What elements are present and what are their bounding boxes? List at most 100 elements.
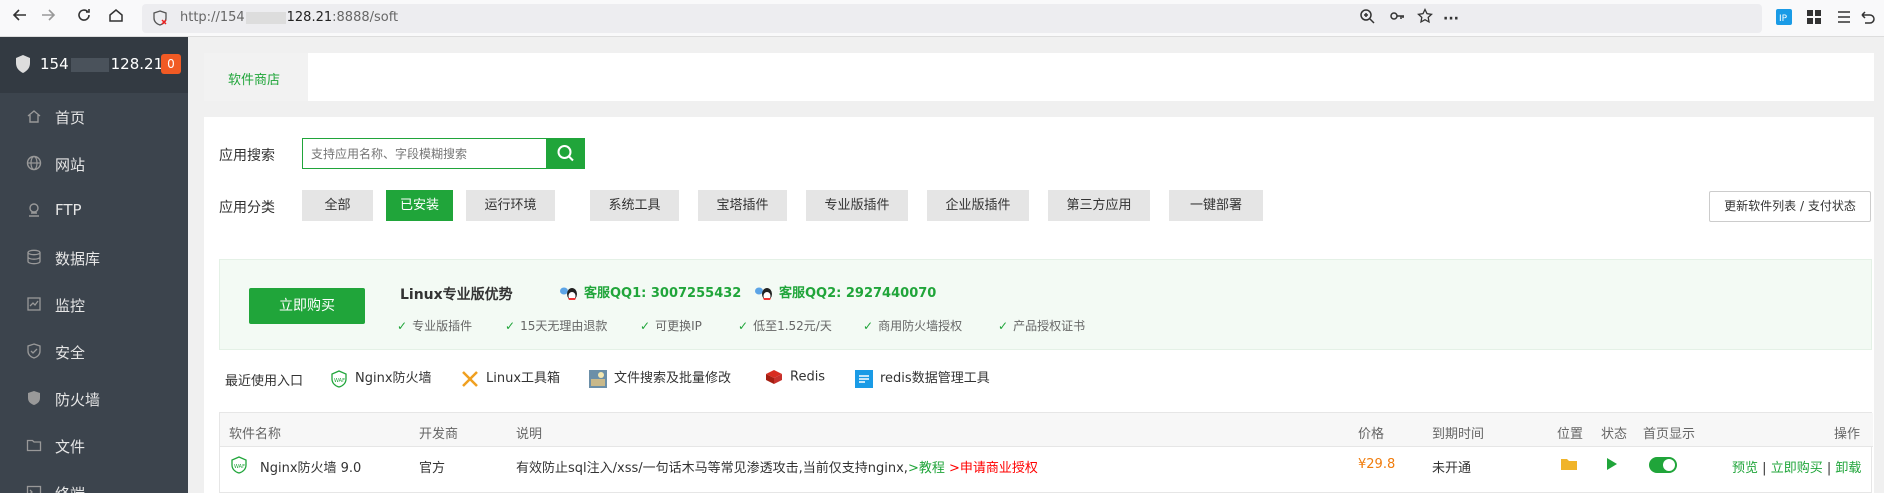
undo-icon[interactable]: [1858, 8, 1878, 28]
folder-icon: [26, 437, 44, 455]
forward-icon[interactable]: [36, 6, 60, 30]
search-button[interactable]: [546, 138, 585, 169]
sidebar-header: 154 128.21 0: [0, 37, 188, 93]
recent-redis[interactable]: Redis: [764, 367, 825, 389]
recent-linux-toolbox[interactable]: Linux工具箱: [460, 367, 560, 389]
bookmark-star-icon[interactable]: [1414, 7, 1436, 30]
search-field[interactable]: [302, 138, 546, 169]
extension-icon[interactable]: IP: [1775, 8, 1795, 28]
feature-item: ✓ 可更换IP: [640, 319, 702, 333]
page-scrollbar[interactable]: [1874, 37, 1884, 493]
feature-item: ✓ 专业版插件: [397, 319, 473, 333]
check-icon: ✓: [863, 319, 874, 333]
home-icon: [26, 108, 44, 126]
promo-title: Linux专业版优势: [400, 287, 513, 303]
notification-badge[interactable]: 0: [161, 54, 181, 74]
play-icon[interactable]: [1606, 457, 1618, 475]
refresh-list-button[interactable]: 更新软件列表 / 支付状态: [1709, 191, 1871, 222]
server-shield-icon: [14, 54, 32, 74]
search-input[interactable]: [303, 139, 546, 168]
sidebar-item-firewall[interactable]: 防火墙: [0, 375, 188, 422]
category-third-party[interactable]: 第三方应用: [1048, 190, 1150, 221]
key-icon[interactable]: [1386, 8, 1408, 30]
buy-now-button[interactable]: 立即购买: [249, 288, 365, 324]
check-icon: ✓: [397, 319, 408, 333]
row-actions: 预览 | 立即购买 | 卸载: [1732, 461, 1862, 476]
sidebar-item-security[interactable]: 安全: [0, 328, 188, 375]
category-runtime[interactable]: 运行环境: [466, 190, 555, 221]
redis-manager-icon: [854, 369, 874, 389]
more-icon[interactable]: ···: [1440, 8, 1462, 30]
software-name[interactable]: Nginx防火墙 9.0: [260, 457, 361, 476]
expiry-date: 未开通: [1432, 461, 1472, 476]
description: 有效防止sql注入/xss/一句话木马等常见渗透攻击,当前仅支持nginx,>教…: [516, 461, 1038, 476]
tracking-shield-icon[interactable]: [152, 10, 168, 26]
check-icon: ✓: [640, 319, 651, 333]
reload-icon[interactable]: [72, 6, 96, 30]
waf-icon: WAF: [329, 369, 349, 389]
sidebar-item-files[interactable]: 文件: [0, 422, 188, 469]
monitor-icon: [26, 296, 44, 314]
menu-icon[interactable]: [1835, 8, 1855, 28]
folder-icon[interactable]: [1560, 456, 1578, 476]
recent-file-search[interactable]: 文件搜索及批量修改: [588, 367, 731, 389]
category-bt-plugins[interactable]: 宝塔插件: [698, 190, 787, 221]
waf-icon: WAF: [229, 455, 249, 479]
database-icon: [26, 249, 44, 267]
ftp-icon: [26, 202, 44, 220]
tab-software-store[interactable]: 软件商店: [204, 53, 308, 101]
software-store-panel: 应用搜索 应用分类 全部 已安装 运行环境 系统工具 宝塔插件 专业版插件 企业…: [204, 117, 1884, 493]
tutorial-link[interactable]: >教程: [908, 461, 945, 476]
home-icon[interactable]: [104, 6, 128, 30]
feature-item: ✓ 商用防火墙授权: [863, 319, 963, 333]
address-bar[interactable]: http://154 128.21:8888/soft ···: [142, 4, 1762, 33]
zoom-icon[interactable]: [1356, 8, 1378, 30]
shield-icon: [26, 343, 44, 361]
sidebar-item-database[interactable]: 数据库: [0, 234, 188, 281]
qq2-contact[interactable]: 客服QQ2: 2927440070: [753, 282, 936, 303]
check-icon: ✓: [505, 319, 516, 333]
sidebar-item-ftp[interactable]: FTP: [0, 187, 188, 234]
back-icon[interactable]: [8, 6, 32, 30]
category-pro-plugins[interactable]: 专业版插件: [806, 190, 908, 221]
category-system-tools[interactable]: 系统工具: [590, 190, 679, 221]
category-one-click-deploy[interactable]: 一键部署: [1169, 190, 1263, 221]
search-icon: [557, 145, 574, 162]
uninstall-link[interactable]: 卸载: [1835, 461, 1861, 476]
table-header: 软件名称 开发商 说明 价格 到期时间 位置 状态 首页显示 操作: [220, 413, 1873, 447]
sidebar-item-terminal[interactable]: 终端: [0, 469, 188, 493]
check-icon: ✓: [738, 319, 749, 333]
firewall-icon: [26, 390, 44, 408]
recent-redis-manager[interactable]: redis数据管理工具: [854, 367, 990, 389]
redis-icon: [764, 367, 784, 387]
price: ¥29.8: [1358, 457, 1396, 472]
developer: 官方: [419, 461, 446, 476]
server-ip: 154 128.21: [40, 55, 164, 73]
grid-icon[interactable]: [1805, 8, 1825, 28]
apply-license-link[interactable]: >申请商业授权: [949, 461, 1038, 476]
feature-item: ✓ 15天无理由退款: [505, 319, 608, 333]
sidebar: 154128.21 0 首页 网站 FTP 数据库 监控 安全 防火墙 文件 终…: [0, 37, 188, 493]
home-display-toggle[interactable]: [1649, 457, 1677, 473]
category-all[interactable]: 全部: [302, 190, 373, 221]
file-search-icon: [588, 369, 608, 389]
sidebar-item-home[interactable]: 首页: [0, 93, 188, 140]
recent-nginx-firewall[interactable]: WAF Nginx防火墙: [329, 367, 432, 389]
recent-label: 最近使用入口: [225, 374, 304, 389]
url-text[interactable]: http://154 128.21:8888/soft: [180, 10, 398, 25]
category-enterprise-plugins[interactable]: 企业版插件: [927, 190, 1029, 221]
buy-now-link[interactable]: 立即购买: [1771, 461, 1823, 476]
check-icon: ✓: [998, 319, 1009, 333]
svg-text:WAF: WAF: [234, 464, 245, 470]
browser-toolbar: http://154 128.21:8888/soft ··· IP: [0, 0, 1884, 37]
tools-icon: [460, 369, 480, 389]
pro-promo-banner: 立即购买 Linux专业版优势 客服QQ1: 3007255432 客服QQ2:…: [219, 259, 1872, 350]
qq1-contact[interactable]: 客服QQ1: 3007255432: [558, 282, 741, 303]
search-label: 应用搜索: [219, 148, 275, 164]
sidebar-item-monitor[interactable]: 监控: [0, 281, 188, 328]
svg-text:IP: IP: [1779, 14, 1788, 24]
category-label: 应用分类: [219, 200, 275, 216]
category-installed[interactable]: 已安装: [386, 190, 453, 221]
preview-link[interactable]: 预览: [1732, 461, 1758, 476]
sidebar-item-website[interactable]: 网站: [0, 140, 188, 187]
